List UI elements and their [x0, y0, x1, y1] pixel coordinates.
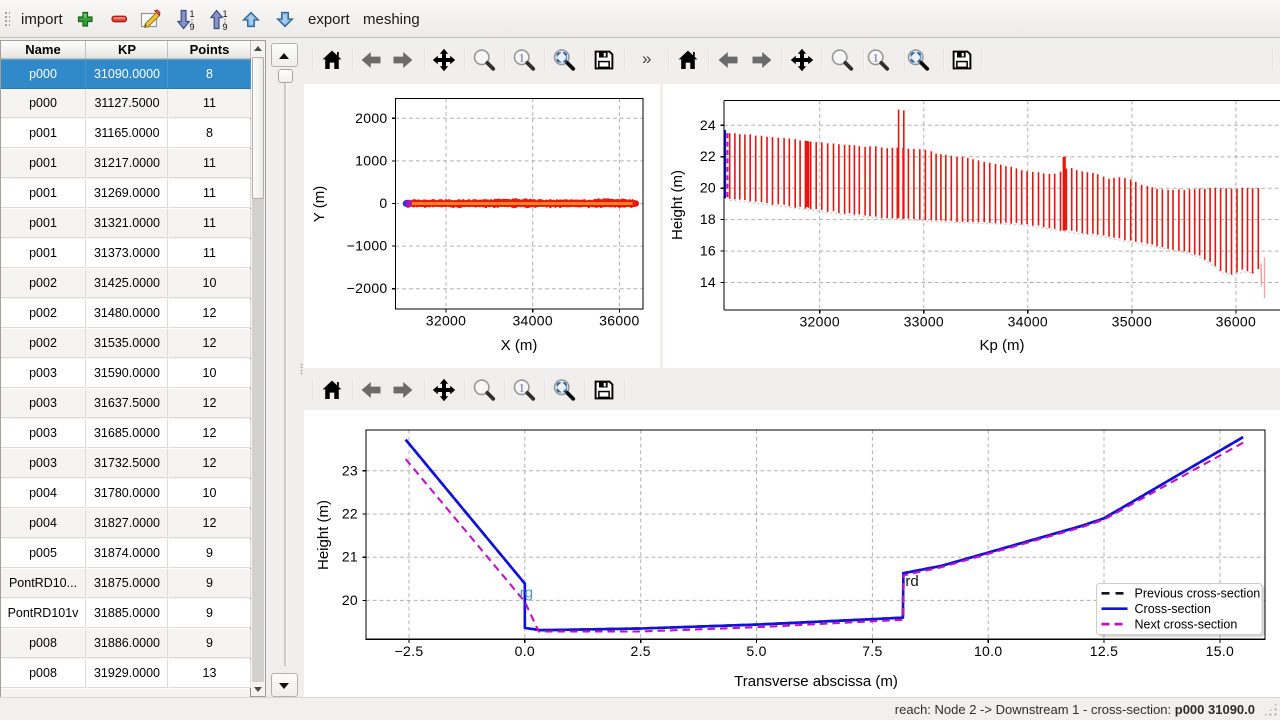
svg-text:24: 24 — [700, 117, 716, 133]
svg-text:15.0: 15.0 — [1206, 643, 1234, 659]
svg-text:rg: rg — [520, 585, 533, 602]
svg-text:2.5: 2.5 — [631, 643, 651, 659]
svg-text:1000: 1000 — [355, 152, 387, 168]
svg-text:32000: 32000 — [426, 313, 466, 329]
svg-text:34000: 34000 — [1008, 314, 1048, 330]
svg-text:Height (m): Height (m) — [669, 170, 686, 240]
svg-text:−2000: −2000 — [347, 280, 388, 296]
svg-text:22: 22 — [700, 148, 716, 164]
svg-text:5.0: 5.0 — [746, 643, 766, 659]
svg-text:18: 18 — [700, 211, 716, 227]
svg-text:10.0: 10.0 — [974, 643, 1002, 659]
svg-text:Next cross-section: Next cross-section — [1135, 617, 1238, 631]
svg-text:−1000: −1000 — [347, 238, 388, 254]
svg-text:Transverse abscissa (m): Transverse abscissa (m) — [734, 673, 898, 690]
svg-text:−2.5: −2.5 — [395, 643, 424, 659]
svg-text:22: 22 — [342, 506, 358, 522]
svg-text:36000: 36000 — [1216, 314, 1256, 330]
svg-text:20: 20 — [342, 592, 358, 608]
svg-text:Height (m): Height (m) — [315, 500, 332, 570]
svg-text:23: 23 — [342, 462, 358, 478]
svg-text:14: 14 — [700, 274, 716, 290]
svg-text:Kp (m): Kp (m) — [980, 337, 1025, 354]
svg-text:Previous cross-section: Previous cross-section — [1135, 587, 1261, 601]
svg-text:0.0: 0.0 — [515, 643, 535, 659]
svg-text:33000: 33000 — [904, 314, 944, 330]
svg-text:Y (m): Y (m) — [311, 186, 328, 222]
svg-text:20: 20 — [700, 180, 716, 196]
svg-text:X (m): X (m) — [501, 337, 538, 354]
svg-text:34000: 34000 — [512, 313, 552, 329]
svg-text:0: 0 — [379, 195, 387, 211]
svg-text:12.5: 12.5 — [1090, 643, 1118, 659]
svg-text:rd: rd — [905, 573, 918, 590]
svg-text:7.5: 7.5 — [862, 643, 882, 659]
svg-text:21: 21 — [342, 549, 358, 565]
svg-text:35000: 35000 — [1112, 314, 1152, 330]
svg-text:2000: 2000 — [355, 110, 387, 126]
svg-text:36000: 36000 — [599, 313, 639, 329]
svg-text:32000: 32000 — [799, 314, 839, 330]
svg-text:16: 16 — [700, 243, 716, 259]
svg-text:Cross-section: Cross-section — [1135, 602, 1211, 616]
